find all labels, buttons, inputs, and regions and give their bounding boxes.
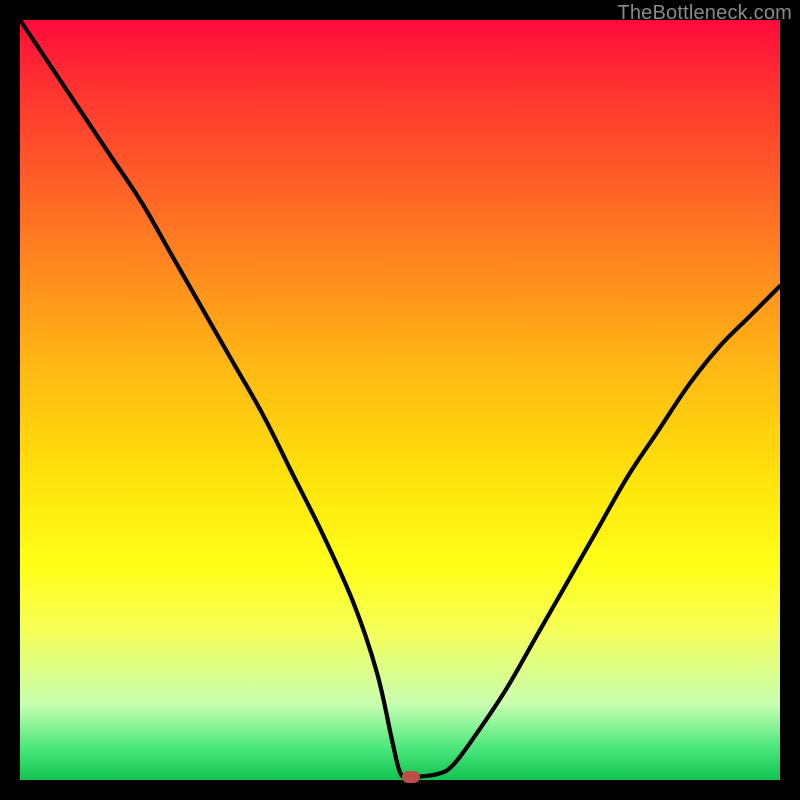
watermark-text: TheBottleneck.com bbox=[617, 2, 792, 25]
plot-area bbox=[20, 20, 780, 780]
chart-frame: TheBottleneck.com bbox=[0, 0, 800, 800]
bottleneck-curve bbox=[20, 20, 780, 780]
optimal-point-marker bbox=[402, 771, 420, 783]
